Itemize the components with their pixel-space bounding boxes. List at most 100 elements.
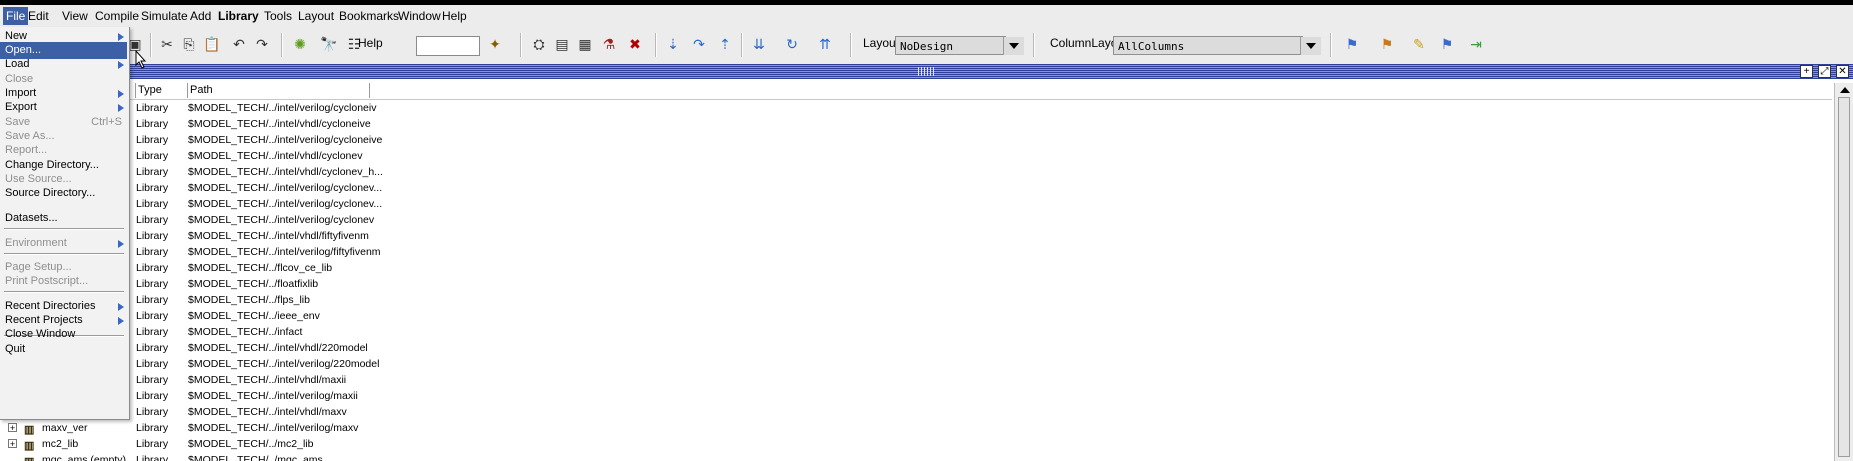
toolbar-separator xyxy=(520,33,522,57)
column-header-path[interactable]: Path xyxy=(188,83,370,98)
scroll-up-icon[interactable] xyxy=(1840,87,1850,93)
menu-library[interactable]: Library xyxy=(218,9,259,23)
export-icon[interactable]: ⇥ xyxy=(1467,35,1485,53)
menu-file[interactable]: File xyxy=(3,7,29,25)
step-icon[interactable]: ⇣ xyxy=(664,35,682,53)
undo-icon[interactable]: ↶ xyxy=(230,35,248,53)
cursor-dropdown-icon[interactable]: ⚑ xyxy=(1378,35,1396,53)
row-name: maxv_ver xyxy=(42,422,88,434)
zoom-dropdown-icon[interactable]: ⚑ xyxy=(1438,35,1456,53)
expand-icon[interactable]: + xyxy=(8,439,17,449)
table-row[interactable]: Library $MODEL_TECH/../intel/verilog/220m… xyxy=(0,356,1832,372)
redo-icon[interactable]: ↷ xyxy=(253,35,271,53)
table-row[interactable]: Library $MODEL_TECH/../infact xyxy=(0,324,1832,340)
layout-select[interactable]: NoDesign xyxy=(895,36,1006,55)
submenu-arrow-icon xyxy=(118,104,124,112)
compile-order-icon[interactable]: ▦ xyxy=(576,35,594,53)
table-row[interactable]: Library $MODEL_TECH/../intel/vhdl/maxv xyxy=(0,404,1832,420)
table-row[interactable]: Library $MODEL_TECH/../intel/verilog/cycl… xyxy=(0,212,1832,228)
paste-icon[interactable]: 📋 xyxy=(203,35,221,53)
row-path: $MODEL_TECH/../intel/vhdl/fiftyfivenm xyxy=(188,230,369,242)
step-over-icon[interactable]: ↷ xyxy=(690,35,708,53)
table-row[interactable]: Library $MODEL_TECH/../intel/verilog/cycl… xyxy=(0,180,1832,196)
menu-item-source-directory[interactable]: Source Directory... xyxy=(0,185,127,202)
menu-item-datasets[interactable]: Datasets... xyxy=(0,210,127,227)
table-row[interactable]: Library $MODEL_TECH/../intel/verilog/fift… xyxy=(0,244,1832,260)
chevron-down-icon[interactable] xyxy=(1300,37,1321,55)
menu-separator xyxy=(4,291,124,293)
table-row[interactable]: Library $MODEL_TECH/../intel/verilog/cycl… xyxy=(0,196,1832,212)
menu-layout[interactable]: Layout xyxy=(298,9,334,23)
menu-item-label: Use Source... xyxy=(5,173,72,185)
row-type: Library xyxy=(136,246,169,258)
table-row[interactable]: Library $MODEL_TECH/../intel/vhdl/220mode… xyxy=(0,340,1832,356)
wave-dropdown-icon[interactable]: ⚑ xyxy=(1343,35,1361,53)
table-row[interactable]: Library $MODEL_TECH/../intel/verilog/cycl… xyxy=(0,132,1832,148)
table-row[interactable]: Library $MODEL_TECH/../intel/vhdl/cyclone… xyxy=(0,116,1832,132)
file-menu-dropdown: New Open... Load Close Import Export Save Ctrl+… xyxy=(0,27,130,420)
cut-icon[interactable]: ✂ xyxy=(158,35,176,53)
menu-bookmarks[interactable]: Bookmarks xyxy=(339,9,399,23)
menu-item-label: Close Window xyxy=(5,328,76,340)
help-search-icon[interactable]: ✦ xyxy=(486,35,504,53)
menu-item-label: Recent Directories xyxy=(5,300,96,312)
step-over-dropdown-icon[interactable]: ↻ xyxy=(783,35,801,53)
table-row[interactable]: + ▥ mc2_lib Library $MODEL_TECH/../mc2_lib xyxy=(0,436,1832,452)
menu-view[interactable]: View xyxy=(62,9,88,23)
scrollbar-thumb[interactable] xyxy=(1838,97,1850,457)
table-row[interactable]: Library $MODEL_TECH/../intel/vhdl/cyclone… xyxy=(0,164,1832,180)
find-icon[interactable]: 🔭 xyxy=(320,35,338,53)
table-row[interactable]: Library $MODEL_TECH/../flcov_ce_lib xyxy=(0,260,1832,276)
chevron-down-icon[interactable] xyxy=(1003,37,1024,55)
break-icon[interactable]: ✖ xyxy=(626,35,644,53)
bookmark-icon[interactable]: ✎ xyxy=(1410,35,1428,53)
expand-icon[interactable]: + xyxy=(8,423,17,433)
library-table-body: Library $MODEL_TECH/../intel/verilog/cycl… xyxy=(0,100,1832,461)
add-icon[interactable]: + xyxy=(1800,65,1813,78)
undock-icon[interactable]: ⤢ xyxy=(1818,65,1831,78)
step-out-dropdown-icon[interactable]: ⇈ xyxy=(816,35,834,53)
close-icon[interactable]: ✕ xyxy=(1836,65,1849,78)
menu-edit[interactable]: Edit xyxy=(28,9,49,23)
simulate-icon[interactable]: ⚗ xyxy=(600,35,618,53)
table-row[interactable]: Library $MODEL_TECH/../intel/verilog/maxi… xyxy=(0,388,1832,404)
compile-all-icon[interactable]: ▤ xyxy=(553,35,571,53)
drag-handle[interactable] xyxy=(918,67,936,76)
menu-compile[interactable]: Compile xyxy=(95,9,139,23)
menu-tools[interactable]: Tools xyxy=(264,9,292,23)
step-out-icon[interactable]: ⇡ xyxy=(716,35,734,53)
table-row[interactable]: + ▥ maxv_ver Library $MODEL_TECH/../intel/ve… xyxy=(0,420,1832,436)
compile-icon[interactable]: ⛭ xyxy=(530,35,548,53)
menu-add[interactable]: Add xyxy=(190,9,211,23)
table-row[interactable]: Library $MODEL_TECH/../intel/vhdl/fiftyfi… xyxy=(0,228,1832,244)
help-search-input[interactable] xyxy=(416,36,480,56)
row-type: Library xyxy=(136,166,169,178)
menu-item-label: Recent Projects xyxy=(5,314,83,326)
table-row[interactable]: Library $MODEL_TECH/../intel/vhdl/cyclone… xyxy=(0,148,1832,164)
library-panel-titlebar[interactable]: + ⤢ ✕ xyxy=(0,64,1853,79)
table-row[interactable]: Library $MODEL_TECH/../floatfixlib xyxy=(0,276,1832,292)
menu-help[interactable]: Help xyxy=(442,9,467,23)
menu-simulate[interactable]: Simulate xyxy=(141,9,188,23)
gear-icon[interactable]: ✺ xyxy=(291,35,309,53)
menu-window[interactable]: Window xyxy=(398,9,441,23)
menu-item-label: Load xyxy=(5,58,30,70)
menu-item-quit[interactable]: Quit xyxy=(0,341,127,358)
vertical-scrollbar[interactable] xyxy=(1834,83,1853,461)
row-path: $MODEL_TECH/../intel/verilog/cyclonev... xyxy=(188,182,383,194)
submenu-arrow-icon xyxy=(118,33,124,41)
table-row[interactable]: Library $MODEL_TECH/../intel/verilog/cycl… xyxy=(0,100,1832,116)
table-row[interactable]: Library $MODEL_TECH/../intel/vhdl/maxii xyxy=(0,372,1832,388)
column-header-type[interactable]: Type xyxy=(136,83,188,98)
step-into-dropdown-icon[interactable]: ⇊ xyxy=(750,35,768,53)
row-type: Library xyxy=(136,454,169,461)
row-type: Library xyxy=(136,374,169,386)
copy-icon[interactable]: ⎘ xyxy=(180,35,198,53)
table-row[interactable]: ▥ mgc_ams (empty) Library $MODEL_TECH/../mg… xyxy=(0,452,1832,461)
table-row[interactable]: Library $MODEL_TECH/../ieee_env xyxy=(0,308,1832,324)
table-row[interactable]: Library $MODEL_TECH/../flps_lib xyxy=(0,292,1832,308)
menu-bar: File Edit View Compile Simulate Add Libr… xyxy=(0,5,1853,27)
column-layout-select[interactable]: AllColumns xyxy=(1113,36,1303,55)
menu-item-label: Change Directory... xyxy=(5,159,99,171)
row-type: Library xyxy=(136,326,169,338)
